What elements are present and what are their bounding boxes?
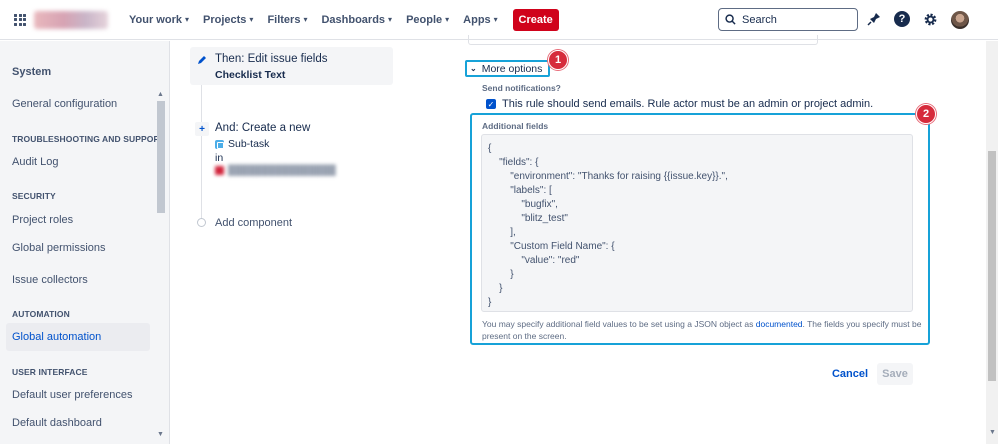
json-line: "bugfix",: [488, 199, 558, 210]
notifications-icon[interactable]: [865, 10, 883, 28]
sidebar-scrollbar[interactable]: ▲ ▼: [156, 91, 166, 441]
rule-flow-line: [201, 70, 202, 222]
sidebar-item-audit-log[interactable]: Audit Log: [12, 156, 58, 168]
nav-projects[interactable]: Projects ▾: [196, 0, 260, 40]
project-icon: [215, 166, 224, 175]
json-line: }: [488, 283, 503, 294]
sidebar-title: System: [12, 66, 52, 78]
annotation-badge-2: 2: [916, 104, 936, 124]
json-line: "value": "red": [488, 255, 580, 266]
avatar[interactable]: [951, 11, 969, 29]
then-step-title: Then: Edit issue fields: [215, 53, 328, 65]
admin-sidebar: System General configuration TROUBLESHOO…: [0, 41, 170, 444]
sidebar-scroll-thumb[interactable]: [157, 101, 165, 213]
more-options-toggle[interactable]: ⌄ More options: [465, 60, 550, 77]
and-step-issue-type: Sub-task: [215, 138, 269, 150]
additional-fields-label: Additional fields: [482, 121, 549, 131]
send-email-checkbox-label[interactable]: This rule should send emails. Rule actor…: [502, 98, 873, 110]
top-navigation: Your work ▾ Projects ▾ Filters ▾ Dashboards…: [0, 0, 998, 40]
documented-link[interactable]: documented: [756, 319, 803, 329]
json-line: "blitz_test": [488, 213, 568, 224]
save-button[interactable]: Save: [877, 363, 913, 385]
chevron-down-icon: ▾: [445, 15, 450, 24]
and-step-in-label: in: [215, 152, 224, 164]
json-line: }: [488, 297, 492, 308]
json-line: "Custom Field Name": {: [488, 241, 615, 252]
send-email-checkbox[interactable]: ✓: [486, 99, 496, 109]
settings-icon[interactable]: [921, 10, 939, 28]
chevron-down-icon: ⌄: [470, 64, 477, 73]
chevron-down-icon: ▾: [249, 15, 254, 24]
add-component-link[interactable]: Add component: [215, 217, 292, 229]
main-scrollbar[interactable]: ▼: [986, 41, 998, 444]
more-options-label: More options: [481, 62, 543, 75]
json-line: "labels": [: [488, 185, 552, 196]
search-input[interactable]: Search: [718, 8, 858, 31]
nav-filters[interactable]: Filters ▾: [260, 0, 314, 40]
json-line: "fields": {: [488, 157, 539, 168]
sidebar-item-default-dashboard[interactable]: Default dashboard: [12, 417, 102, 429]
additional-fields-help: You may specify additional field values …: [482, 318, 922, 342]
annotation-badge-1: 1: [548, 50, 568, 70]
sidebar-item-global-automation[interactable]: Global automation: [12, 331, 101, 343]
json-line: "environment": "Thanks for raising {{iss…: [488, 171, 728, 182]
sidebar-heading-automation: AUTOMATION: [12, 309, 70, 319]
scroll-up-arrow-icon[interactable]: ▲: [157, 91, 164, 98]
project-name-redacted: ████████████████: [215, 165, 336, 176]
create-button[interactable]: Create: [512, 8, 559, 31]
chevron-down-icon: ▾: [303, 15, 308, 24]
subtask-icon: [215, 139, 224, 149]
then-step-field: Checklist Text: [215, 69, 286, 81]
sidebar-item-project-roles[interactable]: Project roles: [12, 214, 73, 226]
plus-icon[interactable]: +: [195, 122, 209, 136]
chevron-down-icon: ▾: [493, 15, 498, 24]
chevron-down-icon: ▾: [388, 15, 393, 24]
sidebar-heading-user-interface: USER INTERFACE: [12, 367, 88, 377]
chevron-down-icon: ▾: [184, 15, 189, 24]
scroll-down-arrow-icon[interactable]: ▼: [157, 431, 164, 438]
scroll-down-arrow-icon[interactable]: ▼: [989, 429, 996, 436]
cancel-button[interactable]: Cancel: [830, 364, 870, 384]
sidebar-item-issue-collectors[interactable]: Issue collectors: [12, 274, 88, 286]
pencil-icon: [195, 53, 209, 67]
add-component-dot: [197, 218, 206, 227]
json-line: }: [488, 269, 514, 280]
help-text-prefix: You may specify additional field values …: [482, 319, 756, 329]
redacted-text: ████████████████: [228, 165, 336, 176]
help-icon[interactable]: ?: [893, 10, 911, 28]
sidebar-item-general-configuration[interactable]: General configuration: [12, 98, 117, 110]
additional-fields-json-textarea[interactable]: { "fields": { "environment": "Thanks for…: [481, 134, 913, 312]
nav-apps[interactable]: Apps ▾: [456, 0, 505, 40]
main-scroll-thumb[interactable]: [988, 151, 996, 381]
and-step-title[interactable]: And: Create a new: [215, 122, 310, 134]
sidebar-heading-troubleshooting: TROUBLESHOOTING AND SUPPORT: [12, 134, 166, 144]
search-icon: [725, 14, 736, 25]
send-notifications-label: Send notifications?: [482, 83, 561, 93]
nav-your-work[interactable]: Your work ▾: [122, 0, 196, 40]
previous-field-edge: [468, 35, 818, 45]
json-line: ],: [488, 227, 516, 238]
sidebar-item-global-permissions[interactable]: Global permissions: [12, 242, 106, 254]
issue-type-label: Sub-task: [228, 138, 270, 150]
site-logo[interactable]: [34, 10, 108, 29]
nav-dashboards[interactable]: Dashboards ▾: [314, 0, 399, 40]
search-placeholder: Search: [742, 13, 777, 26]
nav-people[interactable]: People ▾: [399, 0, 456, 40]
sidebar-heading-security: SECURITY: [12, 191, 56, 201]
sidebar-item-default-user-preferences[interactable]: Default user preferences: [12, 389, 132, 401]
json-line: {: [488, 143, 492, 154]
